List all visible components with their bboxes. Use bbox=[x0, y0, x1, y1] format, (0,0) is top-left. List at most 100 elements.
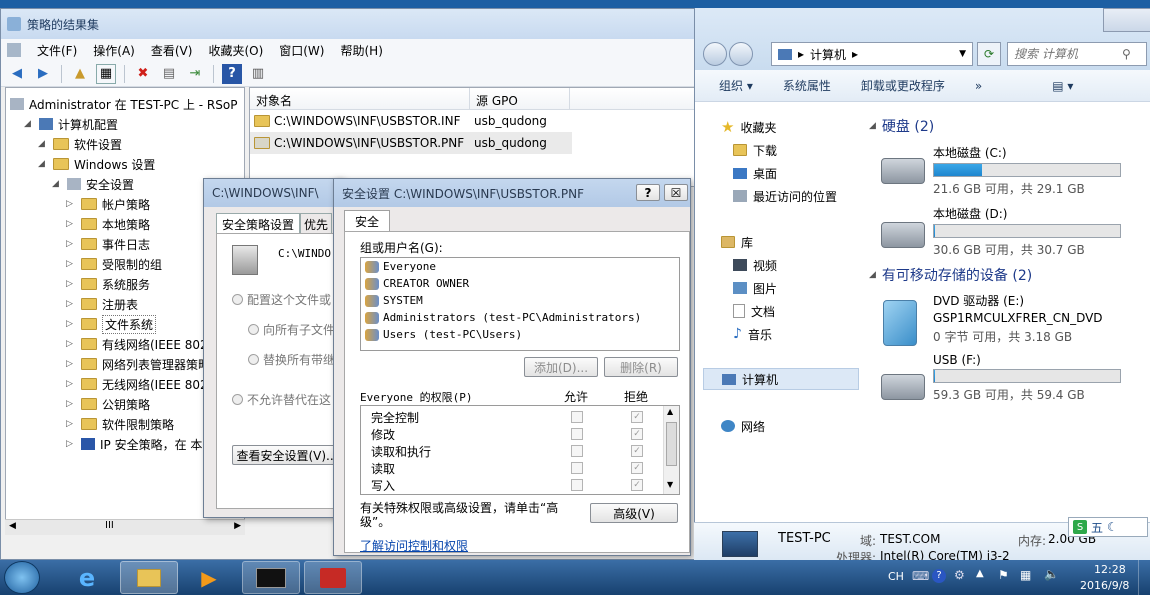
command-button[interactable]: 组织 ▾ bbox=[719, 77, 753, 94]
rsop-titlebar[interactable]: 策略的结果集 bbox=[1, 9, 699, 39]
tree-item[interactable]: ▷ 系统服务 bbox=[66, 274, 150, 294]
expand-toggle-icon[interactable]: ▷ bbox=[66, 319, 76, 329]
allow-checkbox[interactable] bbox=[571, 411, 583, 423]
show-hide-tree-icon[interactable]: ▦ bbox=[96, 63, 116, 84]
view-security-settings-button[interactable]: 查看安全设置(V)... bbox=[232, 445, 342, 465]
tree-item[interactable]: ▷ 受限制的组 bbox=[66, 254, 162, 274]
expand-toggle-icon[interactable]: ▷ bbox=[66, 239, 76, 249]
export-list-icon[interactable]: ⇥ bbox=[185, 64, 205, 84]
properties-icon[interactable]: ▤ bbox=[159, 64, 179, 84]
tree-item[interactable]: ◢ Windows 设置 bbox=[38, 154, 155, 174]
scroll-right-arrow-icon[interactable]: ▶ bbox=[234, 521, 241, 531]
expand-toggle-icon[interactable]: ▷ bbox=[66, 279, 76, 289]
learn-access-control-link[interactable]: 了解访问控制和权限 bbox=[360, 537, 468, 554]
radio-propagate-button[interactable] bbox=[248, 324, 259, 335]
tree-item[interactable]: ▷ 文件系统 bbox=[66, 314, 157, 334]
volume-icon[interactable]: 🔈 bbox=[1044, 567, 1059, 581]
menu-item[interactable]: 收藏夹(O) bbox=[208, 42, 263, 59]
address-bar[interactable]: ▸ 计算机 ▸ ▼ bbox=[771, 42, 973, 66]
nav-videos[interactable]: 视频 bbox=[733, 254, 777, 276]
drive-f[interactable]: USB (F:) 59.3 GB 可用，共 59.4 GB bbox=[933, 353, 1121, 403]
nav-music[interactable]: ♪ 音乐 bbox=[733, 323, 772, 345]
hdd-group-header[interactable]: ◢ 硬盘 (2) bbox=[869, 116, 934, 136]
radio-propagate[interactable]: 向所有子文件 bbox=[248, 321, 335, 338]
deny-checkbox[interactable]: ✓ bbox=[631, 479, 643, 491]
expand-toggle-icon[interactable]: ◢ bbox=[38, 159, 48, 169]
tree-item[interactable]: ▷ 帐户策略 bbox=[66, 194, 150, 214]
removable-group-header[interactable]: ◢ 有可移动存储的设备 (2) bbox=[869, 265, 1032, 285]
tree-item[interactable]: ▷ 本地策略 bbox=[66, 214, 150, 234]
menu-item[interactable]: 操作(A) bbox=[93, 42, 135, 59]
ime-mode[interactable]: 五 bbox=[1091, 519, 1103, 536]
user-list-item[interactable]: CREATOR OWNER bbox=[361, 275, 679, 292]
nav-network[interactable]: 网络 bbox=[721, 415, 765, 437]
nav-recent-places[interactable]: 最近访问的位置 bbox=[733, 185, 837, 207]
user-list-item[interactable]: SYSTEM bbox=[361, 292, 679, 309]
allow-checkbox[interactable] bbox=[571, 479, 583, 491]
change-view-icon[interactable]: ▤ ▾ bbox=[1052, 79, 1073, 93]
user-list-item[interactable]: Administrators (test-PC\Administrators) bbox=[361, 309, 679, 326]
drive-d[interactable]: 本地磁盘 (D:) 30.6 GB 可用，共 30.7 GB bbox=[933, 205, 1121, 258]
taskbar-cmd-icon[interactable] bbox=[242, 561, 300, 594]
scroll-up-arrow-icon[interactable]: ▲ bbox=[667, 407, 673, 416]
deny-checkbox[interactable]: ✓ bbox=[631, 445, 643, 457]
refresh-button[interactable]: ⟳ bbox=[977, 42, 1001, 66]
action-center-flag-icon[interactable]: ⚑ bbox=[998, 568, 1009, 582]
menu-item[interactable]: 查看(V) bbox=[151, 42, 193, 59]
keyboard-icon[interactable]: ⌨ bbox=[912, 569, 929, 583]
menu-item[interactable]: 窗口(W) bbox=[279, 42, 324, 59]
expand-toggle-icon[interactable]: ◢ bbox=[52, 179, 62, 189]
taskbar-toolbox-icon[interactable] bbox=[304, 561, 362, 594]
expand-toggle-icon[interactable]: ▷ bbox=[66, 439, 76, 449]
column-object-name[interactable]: 对象名 bbox=[250, 88, 470, 109]
tree-item[interactable]: ▷ IP 安全策略，在 本 bbox=[66, 434, 202, 454]
show-desktop-button[interactable] bbox=[1138, 560, 1150, 595]
allow-checkbox[interactable] bbox=[571, 428, 583, 440]
column-source-gpo[interactable]: 源 GPO bbox=[470, 88, 570, 109]
forward-button[interactable] bbox=[729, 42, 753, 66]
drive-e[interactable]: DVD 驱动器 (E:) GSP1RMCULXFRER_CN_DVD 0 字节 … bbox=[933, 292, 1103, 345]
nav-computer[interactable]: 计算机 bbox=[703, 368, 859, 390]
tree-item[interactable]: ◢ 计算机配置 bbox=[24, 114, 118, 134]
radio-configure[interactable]: 配置这个文件或 bbox=[232, 291, 331, 308]
expand-toggle-icon[interactable]: ▷ bbox=[66, 259, 76, 269]
network-tray-icon[interactable]: ▦ bbox=[1020, 568, 1031, 582]
tree-item[interactable]: ▷ 公钥策略 bbox=[66, 394, 150, 414]
language-indicator[interactable]: CH bbox=[888, 570, 904, 583]
nav-documents[interactable]: 文档 bbox=[733, 300, 775, 322]
clock-date[interactable]: 2016/9/8 bbox=[1080, 579, 1129, 592]
expand-toggle-icon[interactable]: ▷ bbox=[66, 419, 76, 429]
add-button[interactable]: 添加(D)... bbox=[524, 357, 598, 377]
taskbar-ie-icon[interactable]: e bbox=[58, 561, 116, 594]
tree-item[interactable]: ▷ 无线网络(IEEE 802 bbox=[66, 374, 208, 394]
permissions-scrollbar[interactable]: ▲ ▼ bbox=[663, 406, 679, 494]
nav-favorites[interactable]: ★ 收藏夹 bbox=[721, 116, 776, 138]
expand-toggle-icon[interactable]: ◢ bbox=[38, 139, 48, 149]
taskbar-explorer-icon[interactable] bbox=[120, 561, 178, 594]
allow-checkbox[interactable] bbox=[571, 462, 583, 474]
help-tray-icon[interactable]: ? bbox=[932, 569, 946, 583]
breadcrumb-computer[interactable]: 计算机 bbox=[810, 46, 846, 63]
back-button[interactable] bbox=[703, 42, 727, 66]
ime-toolbar[interactable]: S 五 ☾ bbox=[1068, 517, 1148, 537]
help-icon[interactable]: ? bbox=[222, 63, 242, 84]
tree-item[interactable]: ▷ 注册表 bbox=[66, 294, 138, 314]
radio-disallow-button[interactable] bbox=[232, 394, 243, 405]
command-button[interactable]: » bbox=[975, 79, 982, 93]
forward-arrow-icon[interactable]: ▶ bbox=[33, 64, 53, 84]
minimize-button[interactable] bbox=[1103, 8, 1150, 32]
allow-checkbox[interactable] bbox=[571, 445, 583, 457]
tree-item[interactable]: ◢ 安全设置 bbox=[52, 174, 134, 194]
scroll-down-arrow-icon[interactable]: ▼ bbox=[667, 480, 673, 489]
deny-checkbox[interactable]: ✓ bbox=[631, 462, 643, 474]
menu-item[interactable]: 帮助(H) bbox=[340, 42, 382, 59]
collapse-icon[interactable]: ◢ bbox=[869, 121, 876, 131]
search-box[interactable]: ⚲ bbox=[1007, 42, 1147, 66]
scroll-thumb[interactable]: III bbox=[105, 520, 114, 531]
collapse-icon[interactable]: ◢ bbox=[869, 270, 876, 280]
back-arrow-icon[interactable]: ◀ bbox=[7, 64, 27, 84]
radio-replace[interactable]: 替换所有带继 bbox=[248, 351, 335, 368]
view-icon[interactable]: ▥ bbox=[248, 64, 268, 84]
tree-item[interactable]: ◢ 软件设置 bbox=[38, 134, 122, 154]
tree-item[interactable]: ▷ 事件日志 bbox=[66, 234, 150, 254]
